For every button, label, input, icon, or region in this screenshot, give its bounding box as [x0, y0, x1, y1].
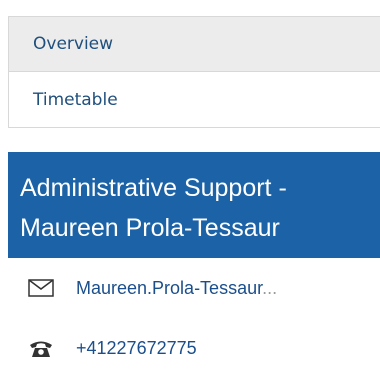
event-nav: Overview Timetable	[8, 16, 380, 128]
contact-email-row[interactable]: Maureen.Prola-Tessaur...	[8, 258, 380, 318]
contact-email-link[interactable]: Maureen.Prola-Tessaur...	[76, 278, 277, 299]
contact-phone-link[interactable]: +41227672775	[76, 338, 197, 359]
envelope-icon	[26, 276, 56, 300]
contact-title-line2: Maureen Prola-Tessaur	[20, 214, 280, 242]
contact-phone-row[interactable]: +41227672775	[8, 318, 380, 378]
nav-item-label: Timetable	[33, 89, 118, 110]
contact-panel-header: Administrative Support - Maureen Prola-T…	[8, 152, 380, 258]
telephone-icon	[26, 336, 56, 360]
contact-email-text: Maureen.Prola-Tessaur	[76, 277, 263, 298]
contact-panel: Administrative Support - Maureen Prola-T…	[8, 152, 380, 378]
contact-title-line1: Administrative Support -	[20, 174, 287, 202]
email-ellipsis: ...	[262, 277, 278, 298]
nav-item-overview[interactable]: Overview	[9, 17, 380, 72]
nav-item-timetable[interactable]: Timetable	[9, 72, 380, 127]
nav-item-label: Overview	[33, 34, 114, 54]
